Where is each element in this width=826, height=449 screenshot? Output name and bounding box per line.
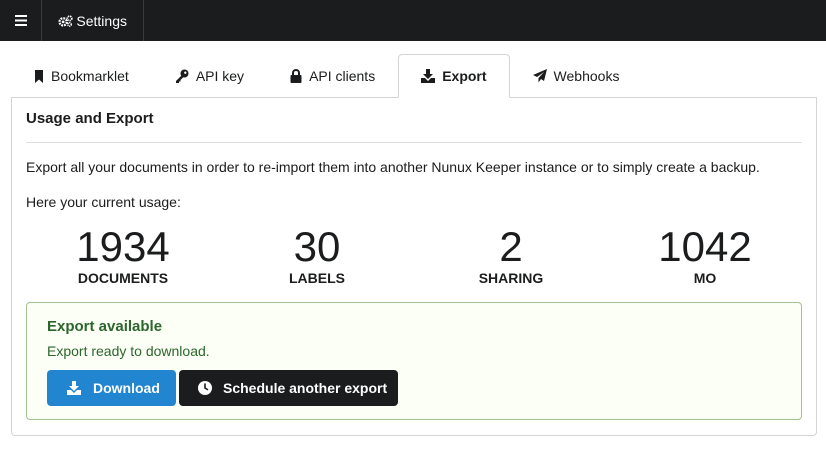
tab-label: API key [195, 68, 245, 84]
statistic-value: 1934 [76, 223, 170, 270]
tab-label: Bookmarklet [51, 68, 129, 84]
tab-label: Export [442, 68, 487, 84]
menu-toggle-button[interactable] [0, 0, 42, 41]
settings-label: Settings [76, 12, 127, 29]
statistic-documents: 1934 DOCUMENTS [26, 224, 220, 288]
statistic-label: SHARING [478, 270, 544, 286]
lock-icon [290, 69, 302, 83]
export-tab-panel: Usage and Export Export all your documen… [11, 97, 817, 436]
statistic-labels: 30 LABELS [220, 224, 414, 288]
message-title: Export available [47, 318, 163, 335]
hamburger-icon [14, 15, 27, 26]
bookmark-icon [35, 69, 43, 83]
usage-intro: Here your current usage: [26, 194, 181, 210]
tab-api-clients[interactable]: API clients [267, 54, 398, 97]
statistic-storage: 1042 MO [608, 224, 802, 288]
key-icon [175, 69, 189, 83]
statistic-label: LABELS [289, 270, 345, 286]
settings-menu-item[interactable]: Settings [42, 0, 144, 41]
statistic-sharing: 2 SHARING [414, 224, 608, 288]
statistic-value: 30 [293, 223, 341, 270]
top-menu-bar: Settings [0, 0, 826, 41]
download-icon [421, 69, 436, 83]
download-label: Download [93, 380, 160, 396]
tab-label: API clients [309, 68, 376, 84]
message-text: Export ready to download. [47, 343, 210, 359]
panel-title: Usage and Export [26, 110, 154, 127]
download-icon [67, 381, 81, 395]
download-button[interactable]: Download [47, 370, 176, 406]
tab-label: Webhooks [553, 68, 620, 84]
statistic-value: 2 [499, 223, 523, 270]
tab-bookmarklet[interactable]: Bookmarklet [11, 54, 152, 97]
paper-plane-icon [532, 69, 547, 83]
schedule-export-button[interactable]: Schedule another export [179, 370, 398, 406]
tab-api-key[interactable]: API key [152, 54, 267, 97]
tab-webhooks[interactable]: Webhooks [510, 54, 643, 97]
export-available-message: Export available Export ready to downloa… [26, 302, 802, 420]
tab-export[interactable]: Export [398, 54, 510, 98]
cogs-icon [58, 14, 73, 27]
export-description: Export all your documents in order to re… [26, 159, 760, 175]
clock-icon [198, 381, 212, 395]
divider [26, 142, 802, 143]
statistic-label: DOCUMENTS [77, 270, 169, 286]
settings-tabs: Bookmarklet API key API clients Export W… [11, 54, 817, 98]
schedule-label: Schedule another export [223, 380, 388, 396]
statistic-value: 1042 [658, 223, 752, 270]
statistic-label: MO [693, 270, 717, 286]
usage-statistics: 1934 DOCUMENTS 30 LABELS 2 SHARING 1042 … [26, 224, 802, 288]
